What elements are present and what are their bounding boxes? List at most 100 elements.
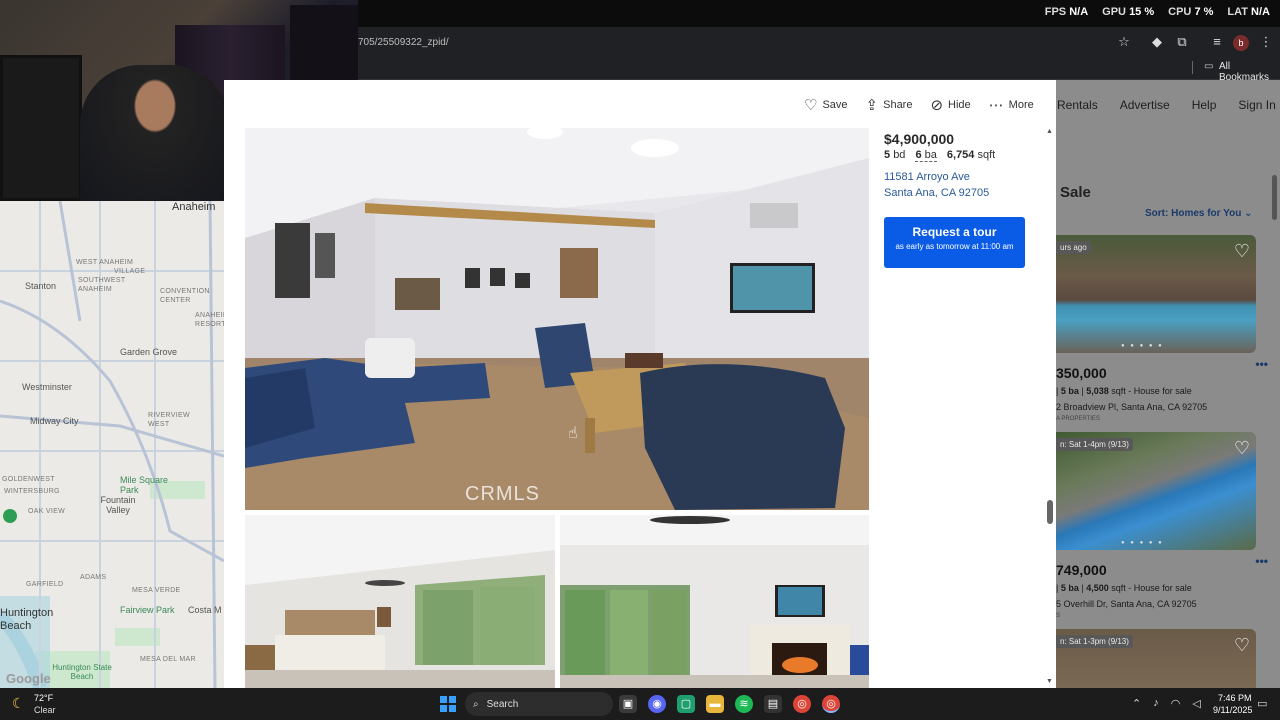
discord-icon[interactable]: ◉ [648,695,666,713]
address-line-2[interactable]: Santa Ana, CA 92705 [884,187,989,199]
heart-icon[interactable]: ♡ [1234,635,1250,656]
start-windows-icon[interactable] [440,696,456,712]
carousel-dots[interactable]: ● ● ● ● ● [1121,540,1164,546]
listing-meta: | 5 ba | 5,038 sqft - House for sale [1056,386,1192,396]
save-button[interactable]: ♡ Save [804,96,848,114]
listing-actions: ♡ Save ⇪ Share ⊘ Hide ⋯ More [804,96,1034,114]
webcam-person [80,65,230,201]
heart-icon[interactable]: ♡ [1234,241,1250,262]
more-options-icon[interactable]: ••• [1255,554,1268,568]
taskbar-search[interactable]: ⌕ Search [465,692,613,716]
performance-overlay: FPS N/A GPU 15 % CPU 7 % LAT N/A [1045,6,1270,18]
listing-photo-bedroom[interactable] [245,515,555,688]
family-room-illustration [560,515,869,688]
sort-dropdown[interactable]: Sort: Homes for You ⌄ [1145,208,1252,219]
bedroom-illustration [245,515,555,688]
system-tray: ⌃ ♪ ◠ ◁ [1132,697,1201,710]
listing-card[interactable]: n: Sat 1-3pm (9/13) ♡ [1056,629,1256,688]
listing-address: 2 Broadview Pl, Santa Ana, CA 92705 [1056,402,1208,412]
file-explorer-icon[interactable]: ▬ [706,695,724,713]
photo-watermark: CRMLS [465,483,541,505]
map-label-huntington-beach: Huntington Beach [0,607,54,632]
listing-price: 749,000 [1056,562,1107,578]
listing-card[interactable]: urs ago ♡ ● ● ● ● ● 350,000 | 5 ba | 5,0… [1056,235,1268,425]
extension-diamond-icon[interactable]: ◆ [1149,34,1165,50]
map-label-mesa-del-mar: MESA DEL MAR [140,656,196,663]
microphone-icon[interactable]: ♪ [1153,697,1159,710]
listing-tag: urs ago [1056,241,1091,254]
baths-fact[interactable]: 6 ba [915,149,937,162]
nav-help[interactable]: Help [1192,98,1217,112]
nav-rentals[interactable]: Rentals [1057,98,1098,112]
scroll-down-arrow-icon[interactable]: ▼ [1046,678,1053,685]
sqft-fact: 6,754 sqft [946,149,996,161]
living-room-illustration [245,128,869,510]
tour-button-label: Request a tour [912,225,997,239]
map-label-westminster: Westminster [22,382,72,392]
app-green-icon[interactable]: ▢ [677,695,695,713]
url-text[interactable]: 705/25509322_zpid/ [358,37,449,48]
request-tour-button[interactable]: Request a tour as early as tomorrow at 1… [884,217,1025,268]
map-label-convention-center: CONVENTION CENTER [160,288,210,304]
map-label-oak-view: OAK VIEW [28,508,66,515]
carousel-dots[interactable]: ● ● ● ● ● [1121,343,1164,349]
share-button[interactable]: ⇪ Share [866,96,913,114]
map-label-stanton: Stanton [25,281,57,291]
tour-button-subtext: as early as tomorrow at 11:00 am [895,242,1014,251]
weather-condition[interactable]: Clear [34,705,56,715]
map-label-adams: ADAMS [80,574,107,581]
listing-photo-living-room[interactable] [560,515,869,688]
map-label-anaheim-resort: ANAHEIM RESORT [195,312,224,328]
lat-readout: LAT N/A [1227,6,1270,18]
modal-scrollbar-thumb[interactable] [1047,500,1053,524]
heart-icon: ♡ [804,97,818,114]
map-label-mesa-verde: MESA VERDE [132,587,181,594]
chevron-up-icon[interactable]: ⌃ [1132,697,1141,710]
chrome-active-icon[interactable]: ◎ [822,695,840,713]
nav-sign-in[interactable]: Sign In [1238,98,1275,112]
google-logo: Google [6,671,51,686]
extensions-puzzle-icon[interactable]: ⧉ [1174,34,1190,50]
windows-taskbar [0,688,1280,720]
address-line-1[interactable]: 11581 Arroyo Ave [884,171,970,183]
obs-icon[interactable]: ▤ [764,695,782,713]
spotify-icon[interactable]: ≋ [735,695,753,713]
clock-date[interactable]: 9/11/2025 [1213,705,1252,715]
profile-avatar[interactable]: b [1233,35,1249,51]
media-queue-icon[interactable]: ≡ [1209,34,1225,50]
browser-menu-icon[interactable]: ⋮ [1258,34,1274,50]
task-view-icon[interactable]: ▣ [619,695,637,713]
listing-card[interactable]: n: Sat 1-4pm (9/13) ♡ ● ● ● ● ● 749,000 … [1056,432,1268,622]
weather-temperature[interactable]: 72°F [34,693,53,703]
map-panel[interactable]: Anaheim WEST ANAHEIM VILLAGE SOUTHWEST AN… [0,201,224,688]
bookmark-star-icon[interactable]: ☆ [1116,34,1132,50]
beds-fact: 5 bd [884,149,906,161]
wifi-icon[interactable]: ◠ [1171,697,1181,710]
map-label-mile-square-park: Mile Square Park [120,475,169,495]
listing-address: 5 Overhill Dr, Santa Ana, CA 92705 [1056,599,1197,609]
more-button[interactable]: ⋯ More [989,96,1034,114]
scroll-up-arrow-icon[interactable]: ▲ [1046,128,1053,135]
map-label-garfield: GARFIELD [26,581,64,588]
chevron-down-icon: ⌄ [1244,208,1253,219]
map-label-riverview-west: RIVERVIEW WEST [148,412,190,428]
map-label-garden-grove: Garden Grove [120,347,178,357]
listing-tag: n: Sat 1-3pm (9/13) [1056,635,1133,648]
page-scrollbar[interactable] [1272,175,1277,220]
listing-photo-main[interactable] [245,128,869,510]
heart-icon[interactable]: ♡ [1234,438,1250,459]
listing-tag: n: Sat 1-4pm (9/13) [1056,438,1133,451]
folder-icon: ▭ [1204,61,1214,72]
volume-icon[interactable]: ◁ [1192,697,1200,710]
notification-bell-icon[interactable]: ▭ [1257,697,1267,710]
hide-button[interactable]: ⊘ Hide [930,96,970,114]
more-options-icon[interactable]: ••• [1255,357,1268,371]
search-label: Search [486,698,519,710]
moon-weather-icon[interactable]: ☾ [12,695,25,712]
chrome-icon[interactable]: ◎ [793,695,811,713]
listing-price: $4,900,000 [884,131,955,147]
webcam-shelf [0,55,82,201]
map-label-wintersburg: WINTERSBURG [4,488,60,495]
clock-time[interactable]: 7:46 PM [1218,693,1252,703]
nav-advertise[interactable]: Advertise [1120,98,1170,112]
